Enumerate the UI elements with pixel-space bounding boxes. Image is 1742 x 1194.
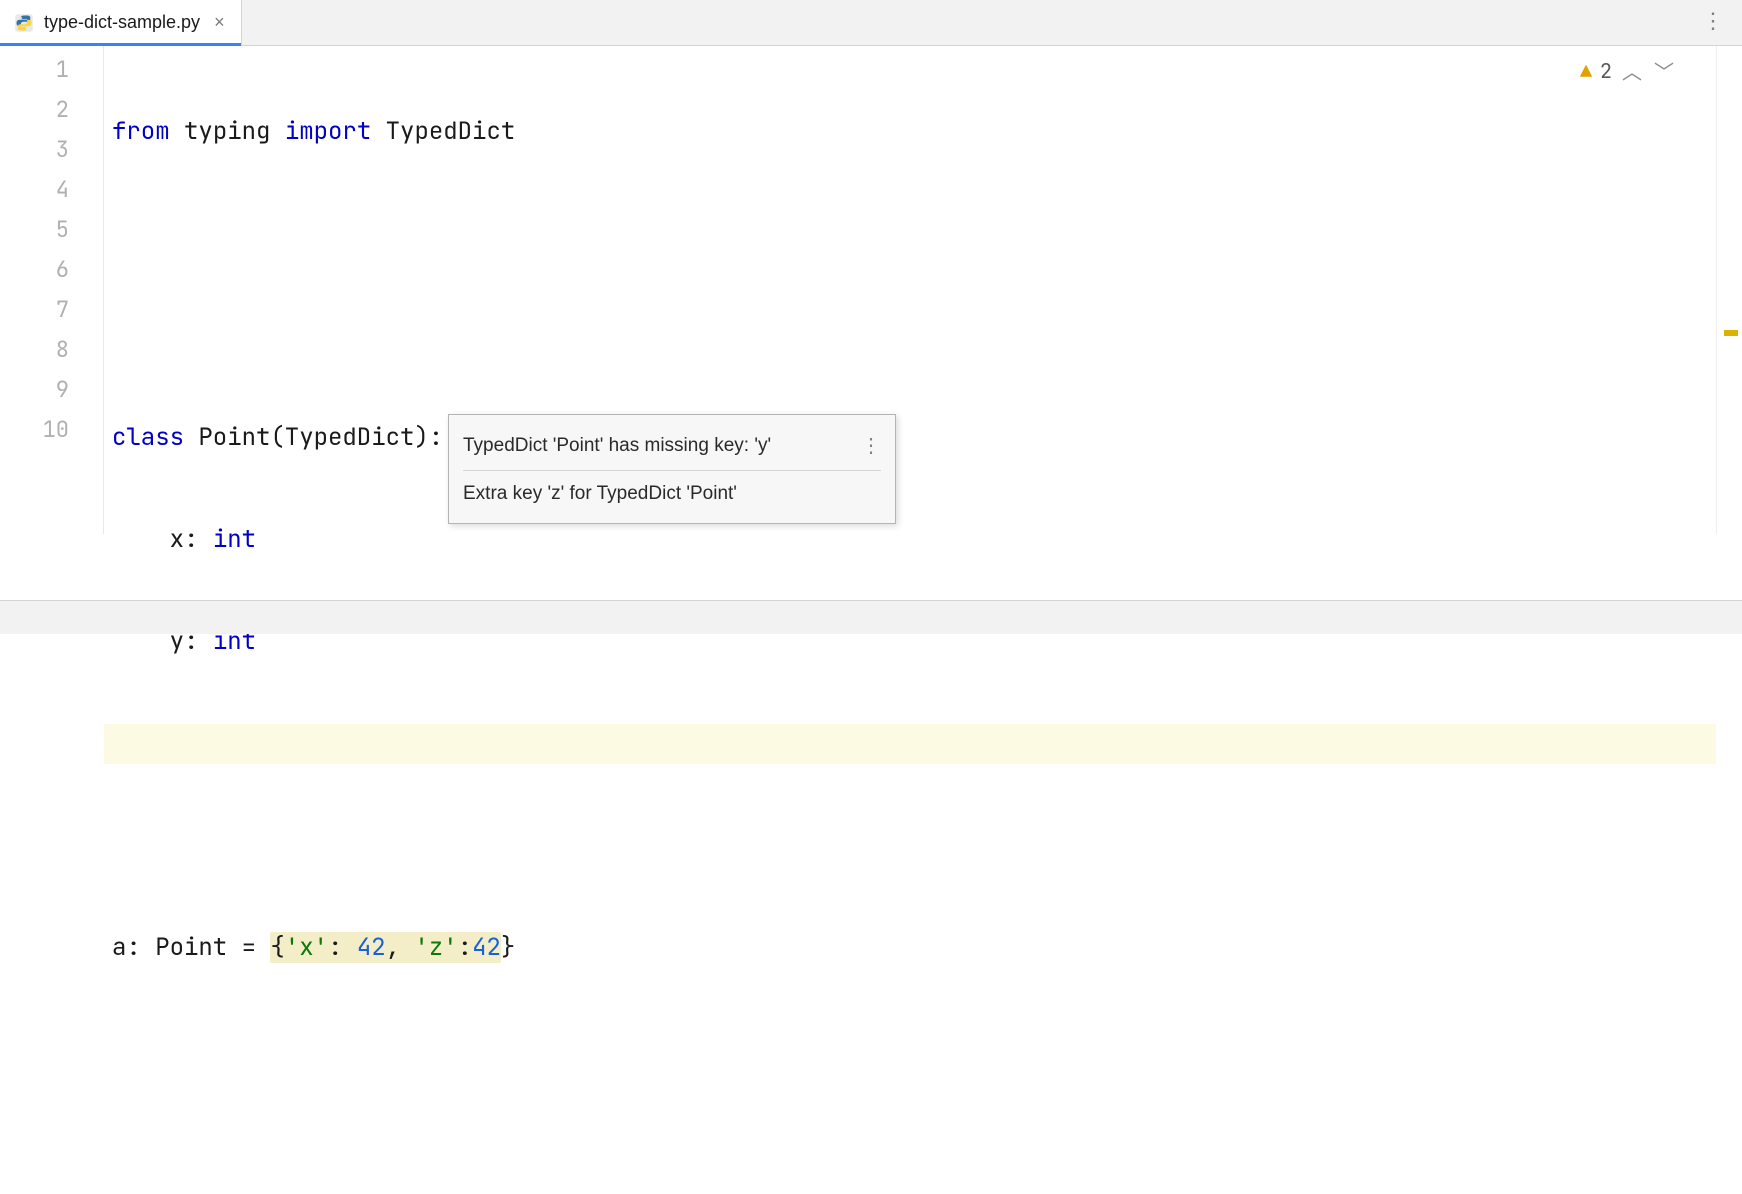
code-line — [104, 1030, 1716, 1070]
marker-bar[interactable] — [1716, 46, 1742, 534]
tooltip-message: Extra key 'z' for TypedDict 'Point' — [463, 471, 881, 511]
line-number: 2 — [0, 90, 69, 130]
inspection-highlight: {'x': 42, 'z':42 — [270, 932, 500, 963]
tab-bar: type-dict-sample.py × ⋮ — [0, 0, 1742, 46]
warning-icon: ▲ — [1580, 58, 1592, 84]
code-line-current — [104, 724, 1716, 764]
status-bar — [0, 600, 1742, 634]
code-line: from typing import TypedDict — [104, 112, 1716, 152]
line-number: 1 — [0, 50, 69, 90]
code-line: x: int — [104, 520, 1716, 560]
line-number: 8 — [0, 330, 69, 370]
line-number: 5 — [0, 210, 69, 250]
inspection-tooltip: TypedDict 'Point' has missing key: 'y' ⋮… — [448, 414, 896, 524]
tooltip-message: TypedDict 'Point' has missing key: 'y' ⋮ — [463, 427, 881, 471]
warning-count: 2 — [1600, 58, 1612, 84]
code-line: a: Point = {'x': 42, 'z':42} — [104, 928, 1716, 968]
prev-highlight-icon[interactable]: ︿ — [1620, 56, 1644, 85]
code-line — [104, 826, 1716, 866]
python-file-icon — [14, 13, 34, 33]
line-number-gutter: 1 2 3 4 5 6 7 8 9 10 — [0, 46, 104, 534]
tooltip-actions-icon[interactable]: ⋮ — [861, 433, 881, 458]
code-line — [104, 214, 1716, 254]
file-tab[interactable]: type-dict-sample.py × — [0, 0, 242, 45]
line-number: 9 — [0, 370, 69, 410]
code-line: class Point(TypedDict): — [104, 418, 1716, 458]
tab-filename: type-dict-sample.py — [44, 12, 200, 33]
tab-options-icon[interactable]: ⋮ — [1702, 10, 1724, 32]
code-area[interactable]: from typing import TypedDict class Point… — [104, 46, 1716, 534]
line-number: 10 — [0, 410, 69, 450]
line-number: 6 — [0, 250, 69, 290]
warning-marker[interactable] — [1724, 330, 1738, 336]
next-highlight-icon[interactable]: ﹀ — [1652, 56, 1676, 85]
code-line — [104, 316, 1716, 356]
line-number: 4 — [0, 170, 69, 210]
inspection-summary[interactable]: ▲ 2 ︿ ﹀ — [1580, 56, 1676, 85]
line-number: 3 — [0, 130, 69, 170]
line-number: 7 — [0, 290, 69, 330]
close-tab-icon[interactable]: × — [210, 10, 229, 35]
